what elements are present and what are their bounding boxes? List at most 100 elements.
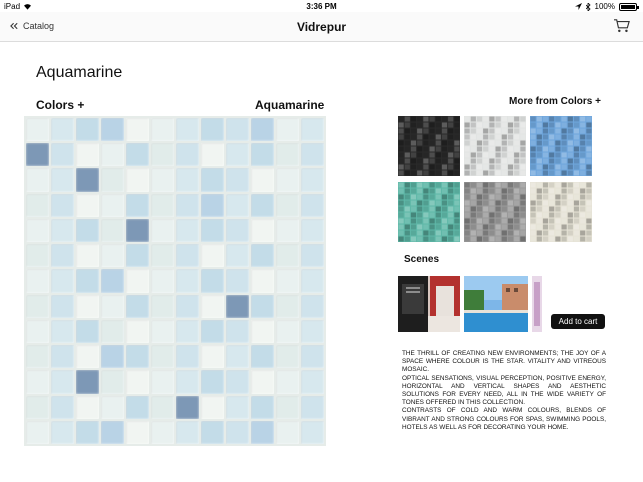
mosaic-tile (201, 244, 224, 268)
mosaic-tile (201, 294, 224, 318)
related-product-blue-mosaic[interactable] (530, 116, 592, 176)
related-products-grid (398, 116, 592, 242)
mosaic-tile (151, 395, 174, 419)
navigation-bar: Catalog Vidrepur (0, 12, 643, 42)
mosaic-tile (201, 345, 224, 369)
related-product-green-mosaic[interactable] (398, 182, 460, 242)
mosaic-tile (51, 269, 74, 293)
mosaic-tile (26, 168, 49, 192)
mosaic-tile (176, 345, 199, 369)
mosaic-tile (76, 370, 99, 394)
mosaic-tile (101, 395, 124, 419)
related-product-white-mosaic[interactable] (464, 116, 526, 176)
mosaic-tile (226, 218, 249, 243)
mosaic-tile (301, 345, 324, 369)
mosaic-tile (276, 420, 299, 444)
mosaic-tile (101, 370, 124, 394)
mosaic-tile (176, 294, 199, 318)
related-product-cream-mosaic[interactable] (530, 182, 592, 242)
mosaic-tile (301, 319, 324, 344)
mosaic-tile (276, 118, 299, 142)
mosaic-tile (51, 143, 74, 167)
mosaic-tile (201, 143, 224, 167)
mosaic-tile (201, 319, 224, 344)
mosaic-tile (51, 118, 74, 142)
mosaic-tile (126, 168, 149, 192)
mosaic-tile (126, 218, 149, 243)
mosaic-tile (151, 294, 174, 318)
mosaic-tile (201, 168, 224, 192)
scene-thumbnail-pool[interactable] (464, 276, 528, 332)
mosaic-tile (101, 118, 124, 142)
mosaic-tile (201, 370, 224, 394)
mosaic-tile (201, 118, 224, 142)
mosaic-tile (276, 193, 299, 217)
mosaic-tile (301, 244, 324, 268)
mosaic-tile (176, 143, 199, 167)
mosaic-tile (76, 244, 99, 268)
mosaic-tile (226, 345, 249, 369)
mosaic-tile (151, 269, 174, 293)
mosaic-tile (101, 269, 124, 293)
mosaic-tile (251, 244, 274, 268)
mosaic-tile (301, 218, 324, 243)
mosaic-tile (251, 345, 274, 369)
mosaic-tile (176, 244, 199, 268)
mosaic-tile (126, 244, 149, 268)
scene-thumbnail-interior[interactable] (398, 276, 460, 332)
mosaic-tile (301, 420, 324, 444)
scene-thumbnail-partial[interactable] (532, 276, 542, 332)
product-title: Aquamarine (36, 64, 123, 81)
mosaic-tile (301, 395, 324, 419)
mosaic-tile (176, 269, 199, 293)
mosaic-tile (26, 294, 49, 318)
mosaic-tile (251, 395, 274, 419)
mosaic-tile (76, 395, 99, 419)
mosaic-tile (176, 319, 199, 344)
mosaic-tile (276, 294, 299, 318)
mosaic-tile (276, 218, 299, 243)
mosaic-tile (226, 420, 249, 444)
mosaic-tile (201, 420, 224, 444)
mosaic-tile (151, 244, 174, 268)
mosaic-tile (301, 193, 324, 217)
mosaic-tile (301, 168, 324, 192)
more-from-collection-link[interactable]: More from Colors + (509, 96, 601, 107)
mosaic-tile (26, 143, 49, 167)
mosaic-tile (201, 193, 224, 217)
cart-icon[interactable] (613, 18, 631, 34)
mosaic-tile (251, 118, 274, 142)
mosaic-tile (126, 118, 149, 142)
related-product-black-mosaic[interactable] (398, 116, 460, 176)
clock: 3:36 PM (306, 2, 337, 11)
mosaic-tile (126, 269, 149, 293)
scenes-heading: Scenes (404, 254, 440, 265)
mosaic-tile (301, 370, 324, 394)
mosaic-tile (201, 269, 224, 293)
mosaic-tile (101, 218, 124, 243)
add-to-cart-button[interactable]: Add to cart (551, 314, 605, 329)
mosaic-tile (51, 218, 74, 243)
mosaic-tile (126, 370, 149, 394)
mosaic-tile (276, 168, 299, 192)
mosaic-tile (251, 269, 274, 293)
mosaic-tile (26, 345, 49, 369)
mosaic-tile (301, 143, 324, 167)
mosaic-tile (226, 319, 249, 344)
mosaic-tile (301, 118, 324, 142)
mosaic-tile (151, 345, 174, 369)
mosaic-tile (126, 193, 149, 217)
mosaic-tile (26, 269, 49, 293)
mosaic-tile (101, 294, 124, 318)
mosaic-tile (251, 143, 274, 167)
mosaic-tile (176, 420, 199, 444)
mosaic-tile (26, 244, 49, 268)
mosaic-tile (276, 244, 299, 268)
app-title: Vidrepur (296, 20, 347, 34)
related-product-grey-mosaic[interactable] (464, 182, 526, 242)
mosaic-tile (26, 118, 49, 142)
mosaic-tile (151, 218, 174, 243)
mosaic-tile (126, 420, 149, 444)
mosaic-tile (201, 395, 224, 419)
mosaic-tile (176, 193, 199, 217)
